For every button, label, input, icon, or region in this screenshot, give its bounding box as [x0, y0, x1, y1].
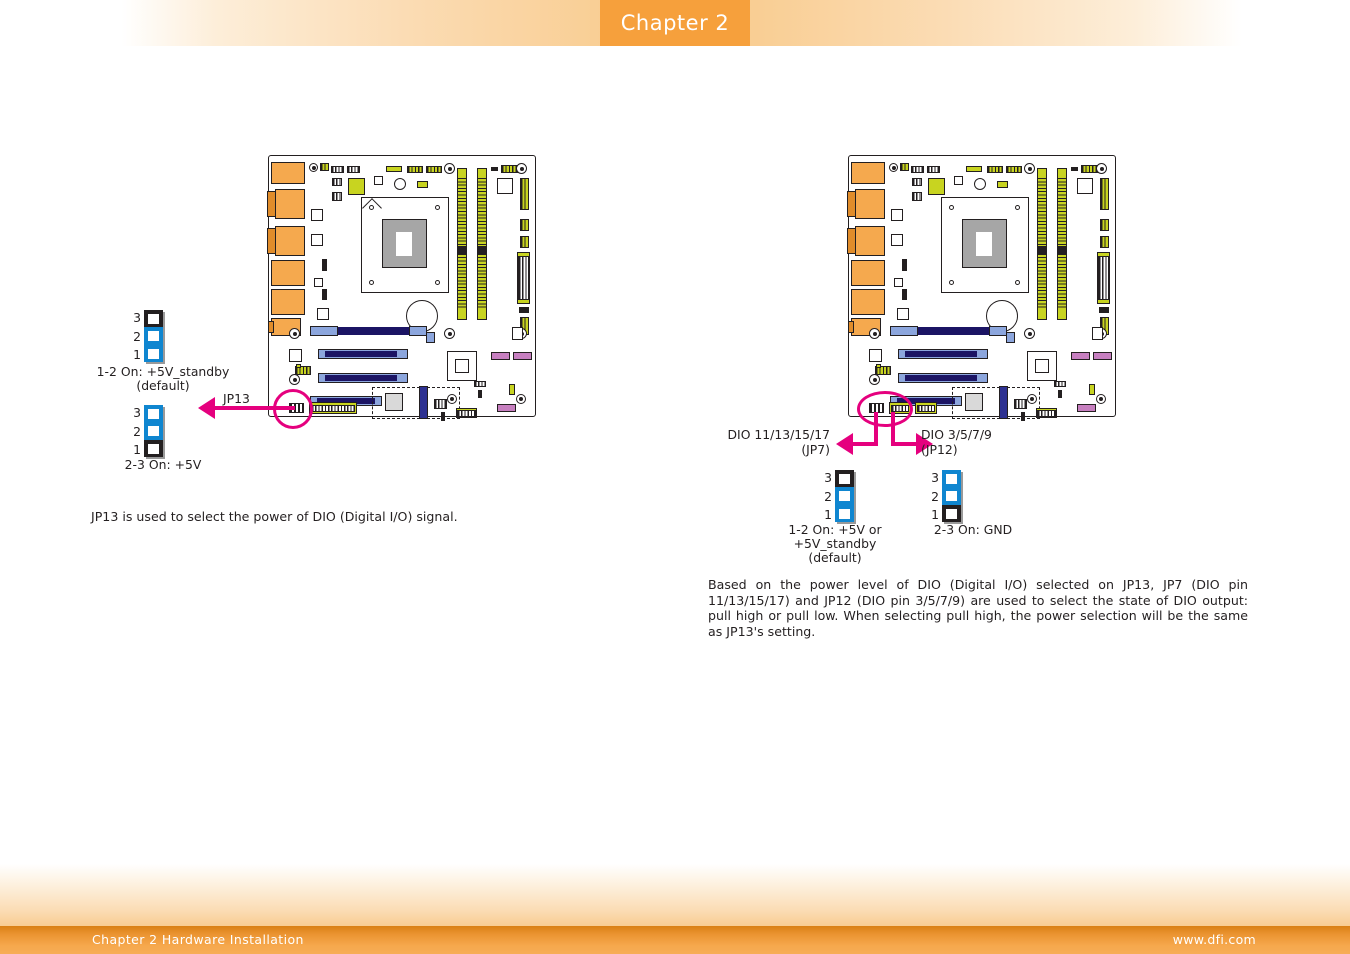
description-left: JP13 is used to select the power of DIO … [91, 509, 458, 524]
callout-circle-jp7-jp12 [857, 391, 913, 427]
callout-arrow-jp7 [836, 433, 853, 455]
jumper-pin-numbers: 3 2 1 [818, 470, 832, 522]
footer-gradient [0, 864, 1350, 926]
jumper-pin-numbers: 3 2 1 [925, 470, 939, 522]
pin-number: 2 [133, 328, 141, 344]
callout-label-jp12: DIO 3/5/7/9 (JP12) [921, 427, 992, 457]
callout-line-left [852, 442, 876, 446]
callout-line-jp13 [213, 406, 295, 410]
pin-number: 3 [133, 310, 141, 325]
pin-number: 1 [824, 507, 832, 522]
callout-label-jp13: JP13 [223, 391, 250, 406]
callout-line-right [893, 442, 917, 446]
footer-chapter-label: Chapter 2 Hardware Installation [92, 932, 304, 947]
jumper-caption-jp13-1: 1-2 On: +5V_standby (default) [96, 364, 230, 393]
jumper-caption-jp7: 1-2 On: +5V or +5V_standby (default) [788, 522, 882, 565]
callout-descender-right [891, 412, 895, 446]
pin-number: 1 [133, 442, 141, 457]
jumper-caption-jp12: 2-3 On: GND [933, 522, 1013, 537]
jumper-caption-jp13-2: 2-3 On: +5V [124, 457, 202, 472]
motherboard-diagram-right [847, 155, 1116, 421]
jumper-pin-numbers: 3 2 1 [127, 310, 141, 362]
footer-website-link[interactable]: www.dfi.com [1173, 932, 1256, 947]
pin-number: 2 [931, 488, 939, 504]
jumper-body [942, 470, 963, 524]
callout-arrow-jp13 [198, 397, 215, 419]
pin-number: 2 [824, 488, 832, 504]
motherboard-diagram-left [267, 155, 536, 421]
pin-number: 1 [931, 507, 939, 522]
chapter-tab-label: Chapter 2 [620, 11, 730, 35]
description-right: Based on the power level of DIO (Digital… [708, 577, 1248, 639]
callout-label-jp7: DIO 11/13/15/17 (JP7) [727, 427, 830, 457]
callout-descender-left [874, 412, 878, 446]
jumper-body [144, 405, 165, 459]
pin-number: 2 [133, 423, 141, 439]
jumper-body [144, 310, 165, 364]
chapter-tab: Chapter 2 [600, 0, 750, 46]
pin-number: 3 [133, 405, 141, 420]
pin-number: 1 [133, 347, 141, 362]
jumper-pin-numbers: 3 2 1 [127, 405, 141, 457]
pin-number: 3 [931, 470, 939, 485]
jumper-body [835, 470, 856, 524]
pin-number: 3 [824, 470, 832, 485]
